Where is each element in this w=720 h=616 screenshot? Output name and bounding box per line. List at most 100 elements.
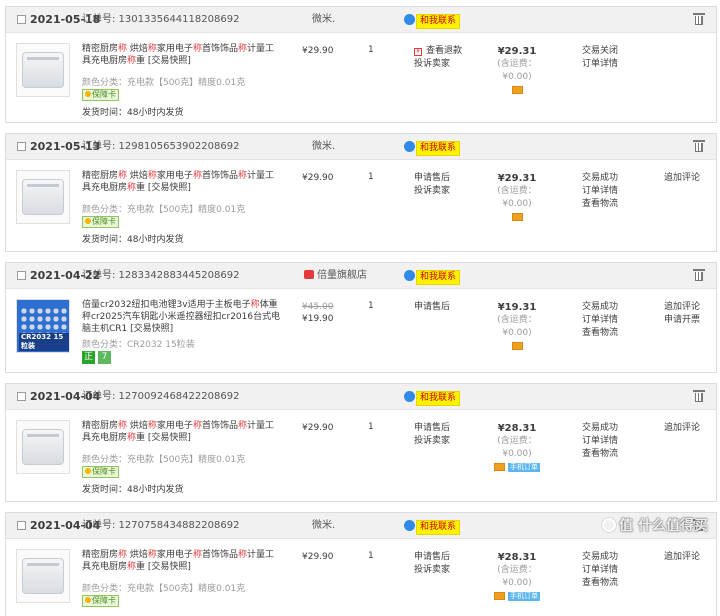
order-status: 交易成功 订单详情 查看物流: [582, 301, 618, 340]
select-checkbox[interactable]: [17, 142, 26, 151]
guarantee-badge[interactable]: 保障卡: [82, 595, 119, 607]
after-sale-link[interactable]: ¥ 查看退款: [414, 45, 462, 58]
status-text: 交易关闭: [582, 46, 619, 56]
product-spec: 颜色分类：充电款【500克】精度0.01克: [82, 455, 246, 465]
quantity: 1: [368, 422, 374, 432]
action-link[interactable]: 追加评论: [664, 422, 700, 435]
title-part: 称: [127, 562, 137, 572]
title-part: 称: [127, 183, 137, 193]
order-card: 2021-04-22 订单号: 1283342883445208692 倍量旗舰店和…: [5, 262, 717, 373]
action-link[interactable]: 追加评论: [664, 301, 700, 314]
product-spec: 颜色分类：充电款【500克】精度0.01克: [82, 78, 246, 88]
title-part: 首饰饰品: [201, 421, 238, 431]
status-link[interactable]: 查看物流: [582, 448, 618, 461]
shipping-note: (含运费：¥0.00): [497, 436, 537, 459]
select-checkbox[interactable]: [17, 15, 26, 24]
product-title-link[interactable]: 倍量cr2032纽扣电池锂3v适用于主板电子称体重秤cr2025汽车钥匙小米遥控…: [82, 299, 282, 335]
order-status: 交易关闭 订单详情: [582, 45, 618, 71]
contact-seller-button[interactable]: 和我联系: [404, 519, 461, 535]
title-part: 称: [192, 550, 202, 560]
select-checkbox[interactable]: [17, 392, 26, 401]
guarantee-badge[interactable]: 保障卡: [82, 216, 119, 228]
watermark: 值 什么值得买: [602, 515, 708, 535]
status-link[interactable]: 订单详情: [582, 314, 618, 327]
after-sale-link[interactable]: 申请售后: [414, 551, 450, 564]
title-part: 称: [192, 44, 202, 54]
chat-icon: [404, 270, 415, 281]
order-number: 订单号: 1270758434882208692: [82, 520, 240, 531]
order-total: ¥28.31 (含运费：¥0.00) 手机订单: [484, 551, 550, 602]
battery-image: CR2032 15粒装: [17, 300, 69, 352]
trash-can: [695, 393, 703, 402]
product-thumbnail[interactable]: [16, 170, 70, 224]
guarantee-badge[interactable]: 保障卡: [82, 466, 119, 478]
after-sale-link[interactable]: 投诉卖家: [414, 564, 450, 577]
trash-icon[interactable]: [693, 390, 705, 402]
title-part: 称: [237, 421, 247, 431]
after-sale-link[interactable]: 申请售后: [414, 422, 450, 435]
after-sale-link[interactable]: 投诉卖家: [414, 435, 450, 448]
product-thumbnail[interactable]: [16, 43, 70, 97]
shop-name[interactable]: 微米.: [312, 513, 335, 539]
action-link[interactable]: 申请开票: [664, 314, 700, 327]
card-icon: [494, 592, 505, 600]
quantity: 1: [368, 301, 374, 311]
contact-label: 和我联系: [416, 391, 461, 406]
service-badge-icon: 正: [82, 351, 95, 364]
contact-seller-button[interactable]: 和我联系: [404, 140, 461, 156]
product-thumbnail[interactable]: CR2032 15粒装: [16, 299, 70, 353]
shop-name[interactable]: 微米.: [312, 134, 335, 160]
product-title-link[interactable]: 精密厨房称 烘焙称家用电子称首饰饰品称计量工具充电厨房称重 [交易快照]: [82, 170, 282, 194]
product-thumbnail[interactable]: [16, 549, 70, 603]
trash-lid: [693, 13, 705, 15]
badge-icon: [85, 91, 91, 97]
status-link[interactable]: 订单详情: [582, 435, 618, 448]
total-amount: ¥19.31: [497, 302, 537, 313]
shop-name[interactable]: 倍量旗舰店: [304, 263, 367, 289]
after-sale-link[interactable]: 申请售后: [414, 301, 450, 314]
contact-seller-button[interactable]: 和我联系: [404, 13, 461, 29]
status-link[interactable]: 查看物流: [582, 198, 618, 211]
status-link[interactable]: 订单详情: [582, 185, 618, 198]
shop-name[interactable]: 微米.: [312, 7, 335, 33]
status-link[interactable]: 查看物流: [582, 577, 618, 590]
trash-icon[interactable]: [693, 13, 705, 25]
after-sale-actions: ¥ 查看退款 投诉卖家: [414, 45, 462, 71]
title-part: 称: [237, 44, 247, 54]
action-link[interactable]: 追加评论: [664, 172, 700, 185]
product-title-link[interactable]: 精密厨房称 烘焙称家用电子称首饰饰品称计量工具充电厨房称重 [交易快照]: [82, 420, 282, 444]
trash-icon[interactable]: [693, 140, 705, 152]
guarantee-badge[interactable]: 保障卡: [82, 89, 119, 101]
title-part: 精密厨房: [82, 171, 119, 181]
select-checkbox[interactable]: [17, 521, 26, 530]
contact-seller-button[interactable]: 和我联系: [404, 269, 461, 285]
order-actions: 追加评论: [664, 551, 700, 564]
product-title-link[interactable]: 精密厨房称 烘焙称家用电子称首饰饰品称计量工具充电厨房称重 [交易快照]: [82, 549, 282, 573]
product-title-link[interactable]: 精密厨房称 烘焙称家用电子称首饰饰品称计量工具充电厨房称重 [交易快照]: [82, 43, 282, 67]
title-part: 倍量cr2032纽扣电池锂3v适用于主板电子: [82, 300, 251, 310]
title-part: 称: [250, 300, 260, 310]
after-sale-link[interactable]: 申请售后: [414, 172, 450, 185]
contact-label: 和我联系: [416, 14, 461, 29]
product-spec: 颜色分类：CR2032 15粒装: [82, 340, 195, 350]
select-checkbox[interactable]: [17, 271, 26, 280]
trash-icon[interactable]: [693, 269, 705, 281]
after-sale-link[interactable]: 投诉卖家: [414, 185, 450, 198]
status-link[interactable]: 订单详情: [582, 58, 618, 71]
status-link[interactable]: 查看物流: [582, 327, 618, 340]
after-sale-link[interactable]: 投诉卖家: [414, 58, 462, 71]
quantity: 1: [368, 45, 374, 55]
order-total: ¥29.31 (含运费：¥0.00): [484, 172, 550, 223]
badge-icon: [85, 597, 91, 603]
order-status: 交易成功 订单详情 查看物流: [582, 551, 618, 590]
scale-image: [22, 429, 64, 465]
original-price: ¥45.00: [302, 302, 334, 312]
contact-label: 和我联系: [416, 141, 461, 156]
product-spec: 颜色分类：充电款【500克】精度0.01克: [82, 584, 246, 594]
action-link[interactable]: 追加评论: [664, 551, 700, 564]
shipping-note: (含运费：¥0.00): [497, 315, 537, 338]
status-link[interactable]: 订单详情: [582, 564, 618, 577]
title-part: 称: [127, 433, 137, 443]
product-thumbnail[interactable]: [16, 420, 70, 474]
contact-seller-button[interactable]: 和我联系: [404, 390, 461, 406]
